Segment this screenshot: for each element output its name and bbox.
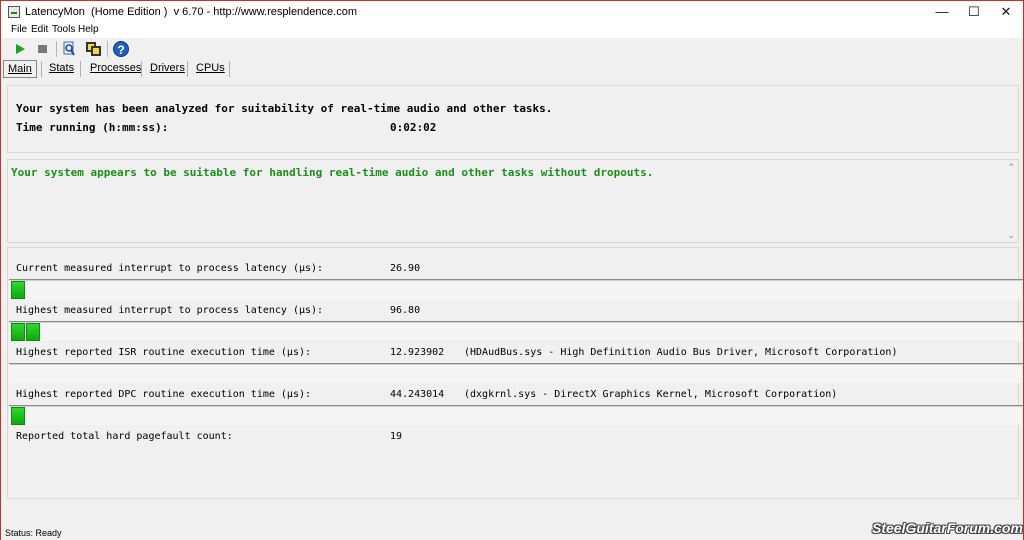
metric-value: 19 xyxy=(390,431,403,442)
metric-value: 96.80 xyxy=(390,305,421,316)
menu-tools[interactable]: Tools xyxy=(52,24,75,35)
bar-fill xyxy=(11,407,25,425)
verdict-panel[interactable]: Your system appears to be suitable for h… xyxy=(7,159,1019,243)
metric-label: Highest reported DPC routine execution t… xyxy=(16,389,312,400)
tab-processes[interactable]: Processes xyxy=(86,60,145,78)
tab-cpus[interactable]: CPUs xyxy=(192,60,229,78)
watermark: SteelGuitarForum.com xyxy=(872,520,1023,536)
summary-panel: Your system has been analyzed for suitab… xyxy=(7,85,1019,153)
scroll-up-icon[interactable]: ⌃ xyxy=(1007,162,1015,173)
title-bar[interactable]: LatencyMon (Home Edition ) v 6.70 - http… xyxy=(1,1,1023,23)
app-window: LatencyMon (Home Edition ) v 6.70 - http… xyxy=(0,0,1024,540)
toolbar-separator xyxy=(56,41,57,57)
tab-main[interactable]: Main xyxy=(3,60,37,78)
stop-icon xyxy=(38,45,47,53)
verdict-text: Your system appears to be suitable for h… xyxy=(11,166,654,179)
latency-bar xyxy=(9,279,1023,299)
tab-separator xyxy=(229,61,230,77)
bar-segment xyxy=(11,323,25,341)
metrics-panel: Current measured interrupt to process la… xyxy=(7,247,1023,499)
help-button[interactable]: ? xyxy=(110,40,130,58)
play-icon xyxy=(16,44,25,54)
close-button[interactable]: ✕ xyxy=(983,1,1024,23)
tab-drivers[interactable]: Drivers xyxy=(146,60,189,78)
metric-label: Highest measured interrupt to process la… xyxy=(16,305,324,316)
metric-value: 26.90 xyxy=(390,263,421,274)
bar-fill xyxy=(11,323,40,341)
tab-separator xyxy=(80,61,81,77)
isr-bar xyxy=(9,363,1023,383)
menu-file[interactable]: File xyxy=(11,24,27,35)
copy-button[interactable] xyxy=(83,40,103,58)
search-icon xyxy=(63,41,75,56)
bar-fill xyxy=(11,281,25,299)
bar-segment xyxy=(11,281,25,299)
metric-value: 12.923902 xyxy=(390,347,445,358)
window-title: LatencyMon (Home Edition ) v 6.70 - http… xyxy=(25,6,357,18)
time-running-label: Time running (h:mm:ss): xyxy=(16,121,169,134)
time-running-value: 0:02:02 xyxy=(390,121,437,134)
metric-value: 44.243014 xyxy=(390,389,445,400)
menu-bar: File Edit Tools Help xyxy=(1,23,1023,38)
stop-button[interactable] xyxy=(33,40,53,58)
toolbar-separator xyxy=(107,41,108,57)
metric-driver: (HDAudBus.sys - High Definition Audio Bu… xyxy=(464,347,898,358)
metric-driver: (dxgkrnl.sys - DirectX Graphics Kernel, … xyxy=(464,389,838,400)
help-icon: ? xyxy=(113,41,129,57)
tab-separator xyxy=(41,61,42,77)
analysis-summary: Your system has been analyzed for suitab… xyxy=(16,102,553,115)
tab-bar: Main Stats Processes Drivers CPUs xyxy=(1,59,1023,79)
copy-icon-front xyxy=(91,46,101,56)
tab-stats[interactable]: Stats xyxy=(45,60,78,78)
metric-label: Highest reported ISR routine execution t… xyxy=(16,347,312,358)
menu-help[interactable]: Help xyxy=(78,24,99,35)
latency-bar xyxy=(9,321,1023,341)
metric-label: Current measured interrupt to process la… xyxy=(16,263,324,274)
tab-separator xyxy=(187,61,188,77)
metric-label: Reported total hard pagefault count: xyxy=(16,431,233,442)
bar-segment xyxy=(11,407,25,425)
menu-edit[interactable]: Edit xyxy=(31,24,48,35)
find-button[interactable] xyxy=(59,40,79,58)
app-icon xyxy=(8,6,20,18)
scroll-down-icon[interactable]: ⌄ xyxy=(1007,230,1015,241)
dpc-bar xyxy=(9,405,1023,425)
toolbar: ? xyxy=(1,39,1023,59)
status-text: Status: Ready xyxy=(5,528,62,538)
bar-segment xyxy=(26,323,40,341)
start-button[interactable] xyxy=(9,40,29,58)
status-bar: Status: Ready xyxy=(1,527,1023,540)
tab-separator xyxy=(141,61,142,77)
